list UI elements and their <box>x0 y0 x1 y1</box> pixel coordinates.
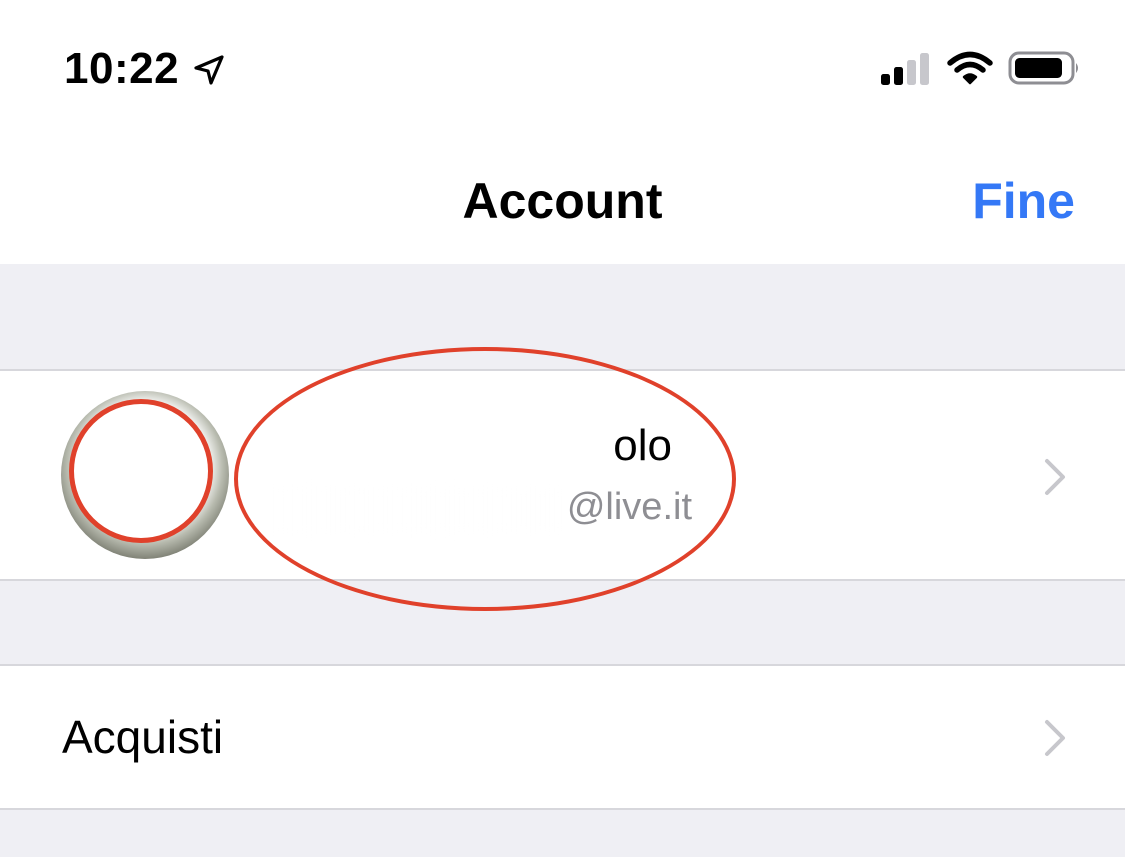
email-redaction <box>262 487 562 533</box>
cellular-signal-icon <box>881 53 929 85</box>
avatar-redaction-circle <box>69 399 213 543</box>
done-button[interactable]: Fine <box>972 172 1075 230</box>
wifi-icon <box>947 51 993 85</box>
status-bar: 10:22 <box>0 0 1125 132</box>
avatar[interactable] <box>61 391 229 559</box>
purchases-label: Acquisti <box>62 711 224 763</box>
purchases-row[interactable]: Acquisti <box>0 664 1125 810</box>
status-time: 10:22 <box>64 44 180 93</box>
page-title: Account <box>462 173 663 229</box>
location-arrow-icon <box>194 55 224 85</box>
account-profile-row[interactable]: olo @live.it <box>0 369 1125 581</box>
chevron-right-icon <box>1045 720 1065 756</box>
chevron-right-icon <box>1045 459 1065 495</box>
name-redaction <box>262 429 592 477</box>
battery-icon <box>1008 51 1078 85</box>
navigation-bar: Account Fine <box>0 132 1125 264</box>
